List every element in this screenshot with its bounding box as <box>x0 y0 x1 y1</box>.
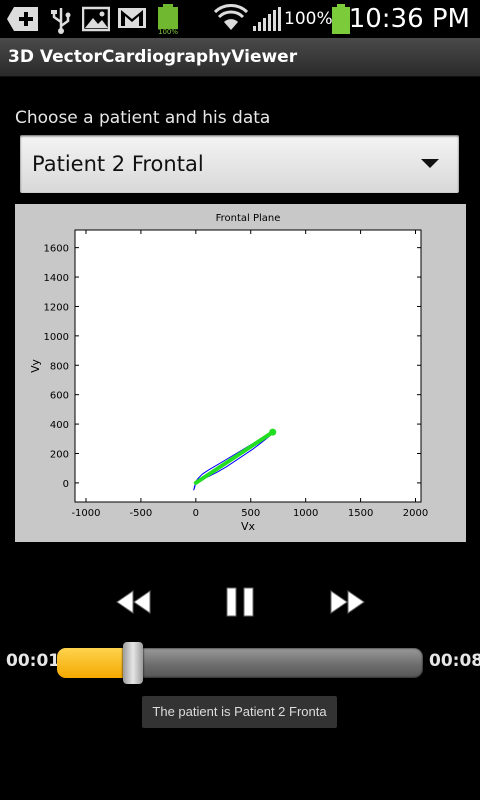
x-axis-label: Vx <box>241 520 256 533</box>
y-tick-label: 1000 <box>44 332 69 343</box>
rewind-icon[interactable] <box>114 582 154 622</box>
y-tick-label: 1400 <box>44 273 69 284</box>
x-tick-label: 0 <box>193 508 199 519</box>
y-tick-label: 0 <box>63 479 69 490</box>
app-title: 3D VectorCardiographyViewer <box>8 47 298 67</box>
y-axis-label: Vy <box>29 359 42 373</box>
y-tick-label: 600 <box>50 391 69 402</box>
total-time: 00:08 <box>429 651 480 671</box>
svg-text:100%: 100% <box>158 28 178 35</box>
seek-bar[interactable] <box>57 648 423 678</box>
vcg-plot: Frontal Plane -1000 -500 0 500 1000 1500 2000 0 2… <box>15 204 466 542</box>
y-tick-label: 800 <box>50 361 69 372</box>
battery-percent: 100% <box>284 9 333 29</box>
y-tick-label: 1200 <box>44 302 69 313</box>
x-tick-label: -500 <box>130 508 153 519</box>
seek-thumb[interactable] <box>123 642 143 684</box>
chart-title: Frontal Plane <box>216 213 281 224</box>
frontal-plane-chart: Frontal Plane -1000 -500 0 500 1000 1500 2000 0 2… <box>29 213 428 533</box>
series-end-marker <box>269 428 277 436</box>
y-tick-label: 400 <box>50 420 69 431</box>
dropdown-arrow-icon <box>421 159 439 168</box>
x-tick-label: 2000 <box>403 508 428 519</box>
y-tick-label: 200 <box>50 449 69 460</box>
pause-icon[interactable] <box>220 582 260 622</box>
x-tick-label: 1000 <box>293 508 318 519</box>
app-title-bar: 3D VectorCardiographyViewer <box>0 38 480 77</box>
elapsed-time: 00:01 <box>6 651 61 671</box>
plot-area <box>74 229 422 503</box>
x-tick-label: 500 <box>241 508 260 519</box>
x-tick-label: -1000 <box>71 508 100 519</box>
patient-selector-label: Choose a patient and his data <box>15 108 271 128</box>
seek-progress <box>57 648 127 678</box>
toast-message: The patient is Patient 2 Fronta <box>142 696 337 728</box>
signal-icon <box>253 7 281 31</box>
clock: 10:36 PM <box>348 4 470 34</box>
add-icon <box>7 7 38 31</box>
y-tick-label: 1600 <box>44 244 69 255</box>
wifi-icon <box>214 4 248 30</box>
patient-dropdown-value: Patient 2 Frontal <box>32 152 204 176</box>
battery-full-icon: 100% <box>158 4 178 35</box>
x-tick-label: 1500 <box>348 508 373 519</box>
patient-dropdown[interactable]: Patient 2 Frontal <box>20 135 459 193</box>
gmail-icon <box>118 8 146 28</box>
gallery-icon <box>82 6 110 32</box>
fast-forward-icon[interactable] <box>327 582 367 622</box>
status-bar: 100% 100% 10:36 PM <box>0 0 480 38</box>
usb-icon <box>51 8 71 34</box>
